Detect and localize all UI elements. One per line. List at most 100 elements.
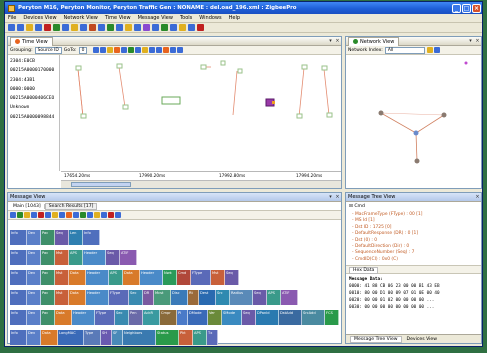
message-field[interactable]: Seq bbox=[225, 270, 239, 285]
tree-item[interactable]: - CmdID(CI) : 0x0 (C) bbox=[352, 257, 398, 262]
panel-close-icon[interactable]: × bbox=[474, 194, 481, 200]
close-button[interactable]: × bbox=[472, 3, 481, 13]
toolbar-button-icon[interactable] bbox=[71, 24, 78, 31]
message-field[interactable]: Cmd bbox=[177, 270, 191, 285]
minimize-button[interactable]: _ bbox=[452, 3, 461, 13]
toolbar-button-icon[interactable] bbox=[125, 24, 132, 31]
message-field[interactable]: Dev bbox=[27, 230, 41, 245]
time-view-tool-icon[interactable] bbox=[142, 47, 149, 53]
message-field[interactable]: Seq bbox=[253, 290, 267, 305]
message-field[interactable]: Src bbox=[216, 290, 230, 305]
packet-marker[interactable] bbox=[237, 68, 243, 74]
message-row[interactable]: Info Dev Pac Mst APS Header Seq ATIF bbox=[10, 250, 137, 265]
packet-marker[interactable] bbox=[80, 113, 87, 119]
message-view-tool-icon[interactable] bbox=[52, 212, 58, 218]
network-node[interactable] bbox=[464, 61, 468, 65]
panel-close-icon[interactable]: × bbox=[334, 194, 341, 200]
message-field[interactable]: Info bbox=[10, 290, 27, 305]
time-view-tool-icon[interactable] bbox=[93, 47, 100, 53]
message-view-tool-icon[interactable] bbox=[45, 212, 51, 218]
time-view-tool-icon[interactable] bbox=[156, 47, 163, 53]
message-field[interactable]: Seq bbox=[106, 250, 120, 265]
packet-marker[interactable] bbox=[220, 60, 226, 66]
message-field[interactable]: Ver bbox=[208, 310, 222, 325]
message-row[interactable]: Info Dev Pac Data Header FType Sec Pen AckR Cmpr P… bbox=[10, 310, 339, 325]
message-field[interactable]: Status bbox=[156, 330, 179, 345]
network-node[interactable] bbox=[441, 112, 447, 118]
message-field[interactable]: Info bbox=[10, 250, 27, 265]
toolbar-button-icon[interactable] bbox=[89, 24, 96, 31]
message-field[interactable]: Tx bbox=[207, 330, 218, 345]
message-field[interactable]: LongMAC bbox=[58, 330, 84, 345]
tab-main[interactable]: Main [1043] bbox=[10, 203, 45, 209]
toolbar-button-icon[interactable] bbox=[134, 24, 141, 31]
message-field[interactable]: SF bbox=[112, 330, 123, 345]
message-field[interactable]: AckR bbox=[143, 310, 160, 325]
message-field[interactable]: Info bbox=[10, 270, 27, 285]
message-field[interactable]: Header bbox=[72, 310, 95, 325]
message-field[interactable]: DR bbox=[143, 290, 154, 305]
message-field[interactable]: Type bbox=[84, 330, 101, 345]
message-field[interactable]: Dev bbox=[27, 250, 41, 265]
message-field[interactable]: ATIF bbox=[120, 250, 137, 265]
message-field[interactable]: APS bbox=[193, 330, 207, 345]
toolbar-button-icon[interactable] bbox=[17, 24, 24, 31]
message-field[interactable]: Mst bbox=[211, 270, 225, 285]
message-view-tool-icon[interactable] bbox=[38, 212, 44, 218]
network-node-coordinator[interactable] bbox=[413, 130, 419, 136]
message-view-tool-icon[interactable] bbox=[66, 212, 72, 218]
message-field[interactable]: Nwk bbox=[163, 270, 177, 285]
message-field[interactable]: Header bbox=[140, 270, 163, 285]
packet-marker[interactable] bbox=[122, 104, 129, 110]
tree-item[interactable]: - MS Id [1] bbox=[352, 218, 375, 223]
zoom-icon[interactable] bbox=[433, 47, 440, 53]
message-field[interactable]: Sec bbox=[129, 290, 143, 305]
message-field[interactable]: Info bbox=[10, 310, 27, 325]
time-view-tool-icon[interactable] bbox=[163, 47, 170, 53]
tree-item[interactable]: - DefaultDirection (Dir) : 0 bbox=[352, 244, 409, 249]
message-field[interactable]: Header bbox=[86, 290, 109, 305]
tree-item[interactable]: - Dst (0) : 0 bbox=[352, 238, 377, 243]
message-field[interactable]: FType bbox=[191, 270, 211, 285]
message-view-tool-icon[interactable] bbox=[101, 212, 107, 218]
toolbar-button-icon[interactable] bbox=[107, 24, 114, 31]
message-view-tool-icon[interactable] bbox=[94, 212, 100, 218]
network-index-select[interactable]: All bbox=[384, 46, 425, 54]
tree-item[interactable]: - Dst ID : 1725 [0] bbox=[352, 225, 392, 230]
network-node[interactable] bbox=[414, 158, 420, 164]
message-field[interactable]: Rt bbox=[188, 290, 199, 305]
message-field[interactable]: Mst bbox=[55, 250, 69, 265]
message-field[interactable]: Pac bbox=[41, 270, 55, 285]
message-field[interactable]: Data bbox=[41, 330, 58, 345]
message-row[interactable]: Info Dev Pac Mst Data Header FType Sec DR Mcst Dis… bbox=[10, 290, 298, 305]
horizontal-scrollbar[interactable] bbox=[61, 180, 341, 188]
message-field[interactable]: DstAdd bbox=[279, 310, 302, 325]
packet-marker[interactable] bbox=[116, 63, 123, 69]
message-field[interactable]: Dev bbox=[27, 270, 41, 285]
message-field[interactable]: Info bbox=[83, 230, 100, 245]
message-field[interactable]: Len bbox=[69, 230, 83, 245]
message-field[interactable]: Dev bbox=[27, 330, 41, 345]
toolbar-button-icon[interactable] bbox=[197, 24, 204, 31]
message-field[interactable]: SrcAdd bbox=[302, 310, 325, 325]
tree-item[interactable]: - SequenceNumber (Seq) : 7 bbox=[352, 250, 414, 255]
time-view-tool-icon[interactable] bbox=[177, 47, 184, 53]
message-field[interactable]: Cmpr bbox=[160, 310, 177, 325]
message-row[interactable]: Info Dev Data LongMAC Type SH SF Neighbors Statu… bbox=[10, 330, 218, 345]
toolbar-button-icon[interactable] bbox=[179, 24, 186, 31]
filter-icon[interactable] bbox=[426, 47, 433, 53]
goto-input[interactable]: 0 bbox=[78, 46, 88, 54]
packet-marker[interactable] bbox=[326, 112, 333, 118]
message-view-tool-icon[interactable] bbox=[73, 212, 79, 218]
tab-hex-data[interactable]: Hex Data bbox=[349, 267, 379, 274]
time-view-tool-icon[interactable] bbox=[121, 47, 128, 53]
toolbar-button-icon[interactable] bbox=[161, 24, 168, 31]
message-field[interactable]: Radius bbox=[230, 290, 253, 305]
message-field[interactable]: Dev bbox=[27, 290, 41, 305]
message-view-tool-icon[interactable] bbox=[59, 212, 65, 218]
toolbar-button-icon[interactable] bbox=[26, 24, 33, 31]
network-node[interactable] bbox=[378, 110, 384, 116]
packet-marker[interactable] bbox=[200, 64, 207, 70]
toolbar-button-icon[interactable] bbox=[8, 24, 15, 31]
packet-marker[interactable] bbox=[321, 65, 328, 71]
